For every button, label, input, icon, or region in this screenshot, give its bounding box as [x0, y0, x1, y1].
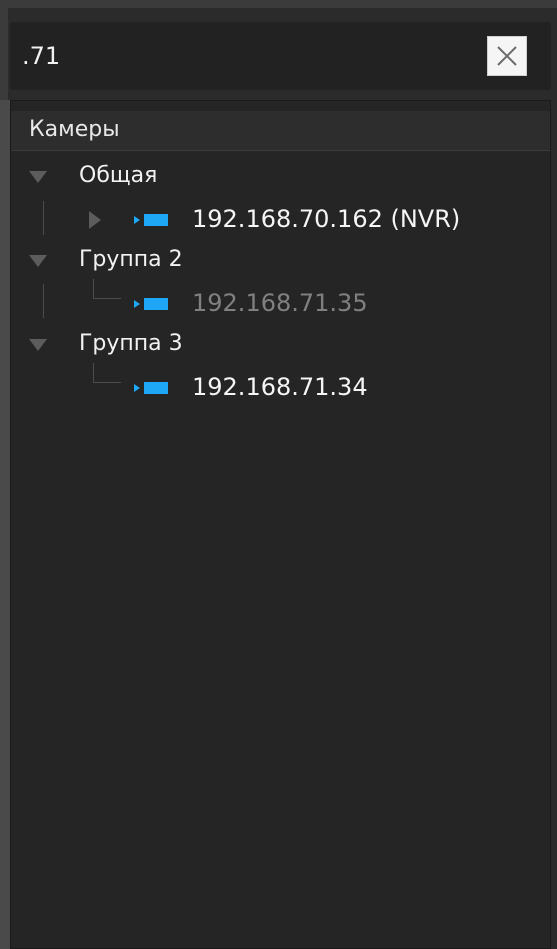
camera-icon: [134, 382, 168, 394]
collapsed-arrow-icon[interactable]: [89, 211, 101, 229]
camera-icon: [134, 298, 168, 310]
clear-search-button[interactable]: [487, 36, 527, 76]
group-label: Группа 3: [79, 331, 183, 356]
search-bar: [10, 22, 551, 90]
tree-group-gruppa-2[interactable]: Группа 2: [11, 242, 550, 282]
group-label: Общая: [79, 163, 158, 188]
expand-arrow-icon[interactable]: [29, 339, 47, 351]
group-label: Группа 2: [79, 247, 183, 272]
camera-label: 192.168.71.34: [192, 373, 368, 401]
expand-arrow-icon[interactable]: [29, 255, 47, 267]
tree-item-camera[interactable]: 192.168.70.162 (NVR): [11, 200, 550, 240]
tree-item-camera[interactable]: 192.168.71.35: [11, 284, 550, 324]
camera-label: 192.168.71.35: [192, 289, 368, 317]
tree-group-obshchaya[interactable]: Общая: [11, 158, 550, 198]
tree-item-camera[interactable]: 192.168.71.34: [11, 368, 550, 408]
camera-tree: Камеры Общая 192.168.70.162 (NVR) Группа…: [10, 100, 551, 949]
tree-header-label: Камеры: [29, 117, 120, 142]
close-icon: [497, 46, 517, 66]
tree-group-gruppa-3[interactable]: Группа 3: [11, 326, 550, 366]
panel-edge: [0, 100, 10, 949]
expand-arrow-icon[interactable]: [29, 171, 47, 183]
search-input[interactable]: [22, 38, 462, 74]
camera-icon: [134, 214, 168, 226]
camera-label: 192.168.70.162 (NVR): [192, 205, 461, 233]
tree-header: Камеры: [11, 111, 550, 151]
